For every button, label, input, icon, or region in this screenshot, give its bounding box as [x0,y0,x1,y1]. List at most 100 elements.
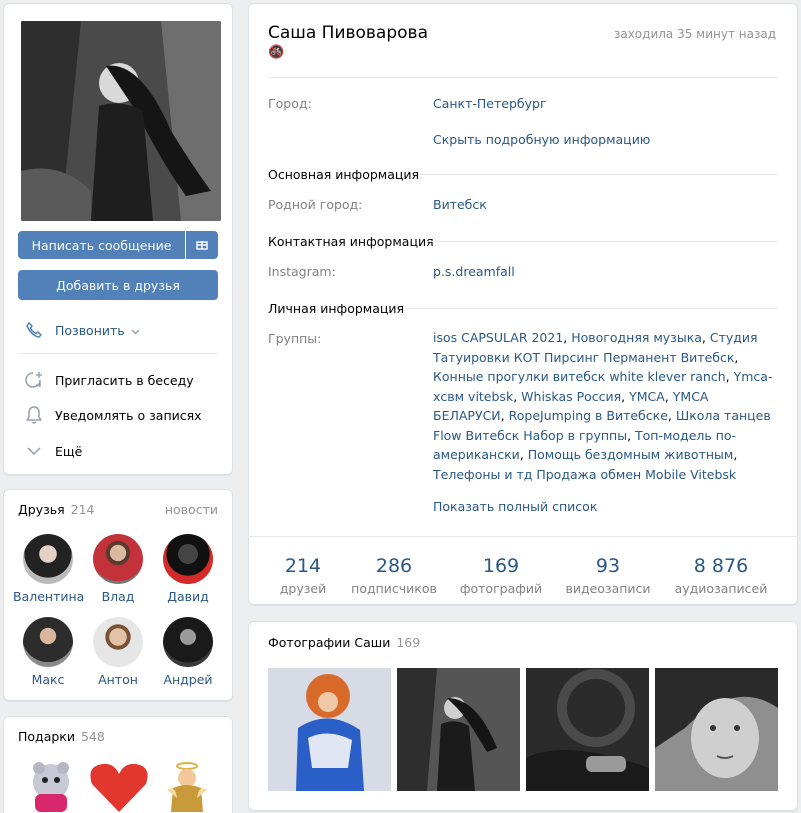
avatar [93,617,143,667]
write-message-button[interactable]: Написать сообщение [18,231,185,259]
more-menu[interactable]: Ещё [23,440,82,462]
profile-name: Саша Пивоварова [268,23,428,43]
counter-followers[interactable]: 286 подписчиков [344,555,444,596]
counter-value: 214 [284,555,322,577]
city-label: Город: [268,96,312,111]
counter-value: 169 [482,555,520,577]
photos-title: Фотографии Саши [268,635,391,650]
friend-name: Андрей [163,672,213,687]
avatar [23,617,73,667]
invite-to-chat-menu[interactable]: Пригласить в беседу [23,369,194,391]
counter-value: 8 876 [693,555,749,577]
counter-audios[interactable]: 8 876 аудиозаписей [671,555,771,596]
online-status: заходила 35 минут назад [613,27,776,41]
chevron-down-icon [131,323,140,338]
photo-thumbnail[interactable] [526,668,649,791]
gift-item[interactable] [88,760,150,813]
gifts-count: 548 [80,729,105,744]
groups-label: Группы: [268,331,322,346]
add-friend-button[interactable]: Добавить в друзья [18,270,218,300]
photo-thumbnail[interactable] [655,668,778,791]
friend-item[interactable]: Влад [83,534,153,604]
chat-add-icon [23,370,45,390]
counter-photos[interactable]: 169 фотографий [451,555,551,596]
actions-divider [18,353,218,354]
counter-friends[interactable]: 214 друзей [253,555,353,596]
friend-item[interactable]: Антон [83,617,153,687]
city-link[interactable]: Санкт-Петербург [433,96,547,111]
hometown-link[interactable]: Витебск [433,197,487,212]
show-all-groups-link[interactable]: Показать полный список [433,499,597,514]
section-divider [406,308,778,309]
photo-thumbnail[interactable] [268,668,391,791]
friend-item[interactable]: Андрей [153,617,223,687]
gifts-card: Подарки 548 [3,716,233,813]
gift-item[interactable] [163,758,211,813]
counter-label: видеозаписи [565,581,651,596]
group-link[interactable]: Конные прогулки витебск white klever ran… [433,369,726,384]
counter-videos[interactable]: 93 видеозаписи [558,555,658,596]
group-link[interactable]: isos CAPSULAR 2021 [433,330,563,345]
header-divider [268,77,778,78]
section-divider [426,241,778,242]
status-emoji: 🚳 [268,45,285,60]
bell-icon [23,405,45,425]
contact-info-header: Контактная информация [268,234,434,249]
group-link[interactable]: Новогодняя музыка [571,330,702,345]
notify-posts-menu[interactable]: Уведомлять о записях [23,404,202,426]
phone-icon [23,320,45,340]
friends-header[interactable]: Друзья 214 [18,502,95,517]
group-link[interactable]: YMCA [629,389,665,404]
call-label: Позвонить [55,322,125,338]
notify-label: Уведомлять о записях [55,407,202,423]
profile-avatar[interactable] [21,21,221,221]
counters-divider [248,536,798,537]
friend-name: Валентина [13,589,85,604]
counter-value: 286 [375,555,413,577]
invite-label: Пригласить в беседу [55,372,194,388]
gifts-header[interactable]: Подарки 548 [18,729,105,744]
section-divider [418,174,778,175]
counter-label: аудиозаписей [674,581,768,596]
friend-item[interactable]: Макс [13,617,83,687]
friends-title: Друзья [18,502,65,517]
group-link[interactable]: Помощь бездомным животным [528,447,734,462]
counter-label: друзей [279,581,327,596]
photos-count: 169 [396,635,421,650]
counter-value: 93 [595,555,621,577]
gift-button[interactable] [186,231,218,259]
friend-name: Антон [98,672,138,687]
group-link[interactable]: Whiskas Россия [521,389,621,404]
more-label: Ещё [55,443,83,459]
instagram-label: Instagram: [268,264,336,279]
gift-icon [196,238,208,253]
profile-info-card: Саша Пивоварова 🚳 заходила 35 минут наза… [248,3,798,605]
friends-card: Друзья 214 новости Валентина Влад Давид М… [3,489,233,701]
basic-info-header: Основная информация [268,167,420,182]
avatar [23,534,73,584]
friend-name: Давид [167,589,209,604]
gift-item[interactable] [25,758,77,813]
instagram-link[interactable]: p.s.dreamfall [433,264,515,279]
friends-news-link[interactable]: новости [165,502,218,517]
counter-label: фотографий [459,581,543,596]
friend-name: Макс [31,672,65,687]
photo-thumbnail[interactable] [397,668,520,791]
avatar [163,534,213,584]
photos-header[interactable]: Фотографии Саши 169 [268,635,420,650]
friend-item[interactable]: Давид [153,534,223,604]
personal-info-header: Личная информация [268,301,405,316]
profile-actions-card: Написать сообщение Добавить в друзья Поз… [3,3,233,475]
group-link[interactable]: Телефоны и тд Продажа обмен Mobile Viteb… [433,467,736,482]
avatar [93,534,143,584]
hometown-label: Родной город: [268,197,363,212]
group-link[interactable]: RopeJumping в Витебске [509,408,668,423]
friend-name: Влад [101,589,135,604]
hide-details-link[interactable]: Скрыть подробную информацию [433,132,650,147]
friend-item[interactable]: Валентина [13,534,85,604]
counter-label: подписчиков [351,581,437,596]
gifts-title: Подарки [18,729,75,744]
friends-count: 214 [70,502,95,517]
groups-list: isos CAPSULAR 2021, Новогодняя музыка, С… [433,330,773,482]
call-menu[interactable]: Позвонить [23,319,140,341]
